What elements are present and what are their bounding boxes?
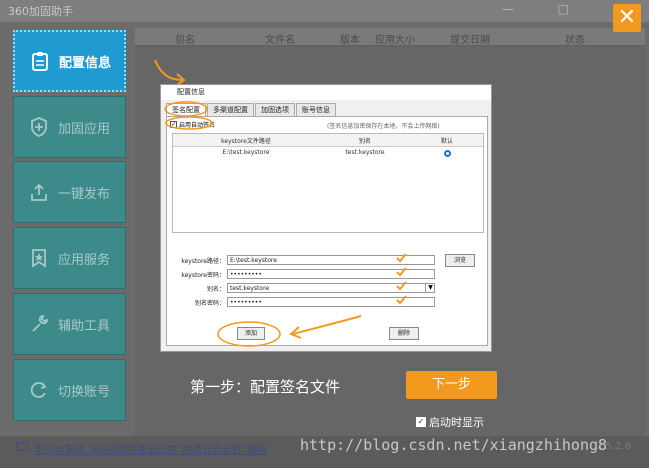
alias-password-label: 别名密码： xyxy=(194,300,225,307)
close-guide-button[interactable]: ✕ xyxy=(613,4,641,32)
clipboard-icon xyxy=(29,50,51,72)
table-row[interactable]: E:\test.keystore test.keystore xyxy=(173,147,483,160)
dialog-title-bar: 配置信息 xyxy=(161,85,491,100)
keystore-path-cell: E:\test.keystore xyxy=(222,149,270,156)
col-header: 应用大小 xyxy=(375,35,415,46)
tab-account-info[interactable]: 账号信息 xyxy=(296,103,336,116)
delete-button[interactable]: 删除 xyxy=(389,327,419,340)
check-marks xyxy=(396,253,407,305)
alias-cell: test.keystore xyxy=(345,149,385,156)
sidebar-item-label: 应用服务 xyxy=(58,252,111,268)
default-radio[interactable] xyxy=(444,150,451,157)
next-step-button[interactable]: 下一步 xyxy=(406,371,497,399)
window-controls[interactable]: — □ xyxy=(502,2,589,16)
browse-button[interactable]: 浏览 xyxy=(445,254,475,267)
sidebar-item-label: 加固应用 xyxy=(58,121,111,137)
keystore-table: keystore文件路径 别名 默认 E:\test.keystore test… xyxy=(172,133,484,233)
sidebar-item-label: 配置信息 xyxy=(59,55,112,71)
footer-notice-link[interactable]: 免SDK集成 360加固保推出应用“崩溃日志分析”服务 xyxy=(34,441,267,456)
sidebar-item-switch-account[interactable]: 切换账号 xyxy=(13,359,126,421)
dialog-title: 配置信息 xyxy=(177,88,205,96)
upload-icon xyxy=(28,181,50,203)
col-header: 包名 xyxy=(175,35,195,46)
close-icon: ✕ xyxy=(617,5,637,30)
keystore-table-header: keystore文件路径 别名 默认 xyxy=(173,134,483,147)
watermark: http://blog.csdn.net/xiangzhihong8 xyxy=(300,436,608,454)
alias-label: 别名： xyxy=(206,286,225,293)
chevron-down-icon[interactable]: ▼ xyxy=(425,283,435,293)
wrench-icon xyxy=(28,313,50,335)
highlight-circle-checkbox xyxy=(165,116,213,130)
tab-multichannel[interactable]: 多渠道配置 xyxy=(207,103,254,116)
sidebar-item-config[interactable]: 配置信息 xyxy=(13,30,126,92)
tab-harden-options[interactable]: 加固选项 xyxy=(255,103,295,116)
show-on-start-label: 启动时显示 xyxy=(429,416,484,429)
sidebar-item-publish[interactable]: 一键发布 xyxy=(13,161,126,223)
step-text: 第一步：配置签名文件 xyxy=(190,378,341,396)
keystore-path-label: keystore路径： xyxy=(181,258,225,265)
refresh-icon xyxy=(28,379,50,401)
guide-arrow-add xyxy=(289,315,362,339)
col-header: 提交日期 xyxy=(450,35,490,46)
col-header: 状态 xyxy=(565,35,585,46)
sidebar-item-label: 切换账号 xyxy=(58,384,111,400)
highlight-circle-add xyxy=(217,321,281,347)
shield-plus-icon xyxy=(28,116,50,138)
show-on-start-checkbox[interactable]: ✓ xyxy=(416,417,426,427)
sign-note: (签名信息加密保存在本地，不会上传网络) xyxy=(327,123,440,130)
sidebar-item-harden[interactable]: 加固应用 xyxy=(13,96,126,158)
sidebar-item-services[interactable]: 应用服务 xyxy=(13,227,126,289)
table-header: 包名 文件名 版本 应用大小 提交日期 状态 xyxy=(135,28,645,46)
col-header: 文件名 xyxy=(265,35,295,46)
window-title: 360加固助手 xyxy=(8,5,73,18)
sidebar-item-tools[interactable]: 辅助工具 xyxy=(13,293,126,355)
show-on-start-row: ✓ 启动时显示 xyxy=(416,414,484,430)
col-header: 别名 xyxy=(358,138,371,145)
sidebar-item-label: 一键发布 xyxy=(58,186,111,202)
sidebar-item-label: 辅助工具 xyxy=(58,318,111,334)
col-header: keystore文件路径 xyxy=(221,138,271,145)
col-header: 版本 xyxy=(340,35,360,46)
speaker-icon xyxy=(16,442,28,451)
keystore-password-label: keystore密码： xyxy=(181,272,225,279)
star-badge-icon xyxy=(28,247,50,269)
col-header: 默认 xyxy=(440,138,453,145)
